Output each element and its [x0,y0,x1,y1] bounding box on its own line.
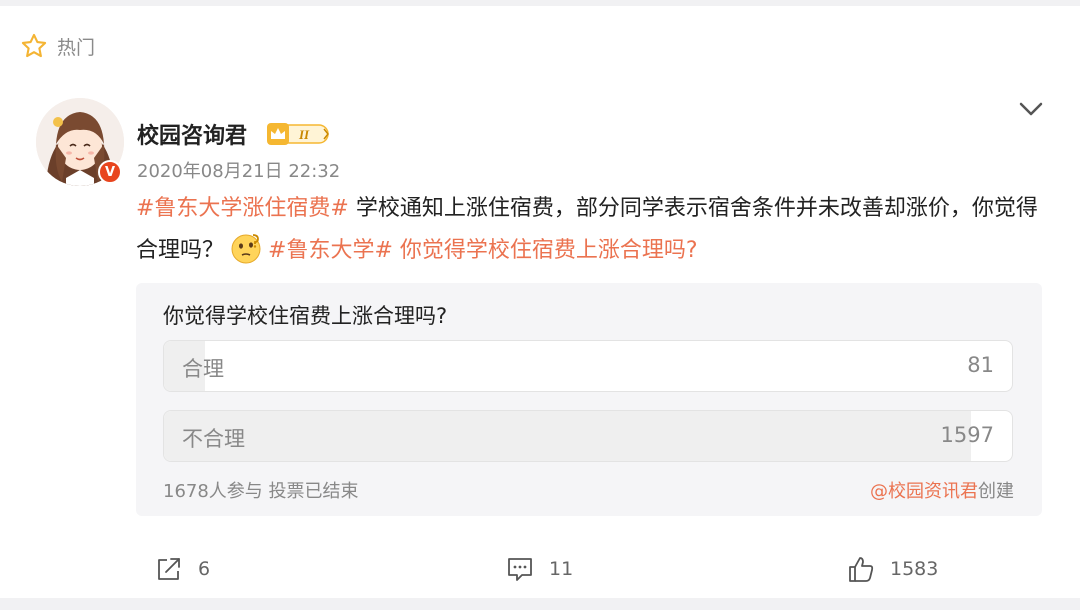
comment-count: 11 [549,558,574,580]
poll-option-count: 81 [967,353,994,377]
share-button[interactable]: 6 [154,554,210,584]
avatar[interactable]: V [36,98,124,186]
chevron-down-icon[interactable] [1016,94,1046,124]
poll-option-fill [164,411,972,461]
poll-option-label: 合理 [182,357,224,381]
username[interactable]: 校园咨询君 [137,118,247,150]
poll-creator: @校园资讯君创建 [870,477,1014,503]
poll-question: 你觉得学校住宿费上涨合理吗? [163,304,448,328]
poll-option-count: 1597 [940,423,994,447]
creator-mention-link[interactable]: @校园资讯君 [870,481,978,502]
like-button[interactable]: 1583 [846,554,938,584]
thumbs-up-icon [849,557,874,582]
poll-card: 你觉得学校住宿费上涨合理吗? 合理 81 不合理 1597 1678人参与 投票… [136,283,1042,516]
vip-badge-icon[interactable]: II [266,120,332,148]
hot-section-header: 热门 [20,28,95,64]
comment-button[interactable]: 11 [505,554,573,584]
poll-option-reasonable[interactable]: 合理 81 [163,340,1013,392]
post-timestamp[interactable]: 2020年08月21日 22:32 [137,157,340,183]
share-count: 6 [198,558,211,580]
feed-card: 热门 V 校园咨询君 II 2020年08月21日 22:32 #鲁东大学涨住宿… [0,6,1080,598]
poll-option-label: 不合理 [182,427,245,451]
like-count: 1583 [890,558,939,580]
hot-label: 热门 [57,36,96,59]
thinking-face-emoji [231,234,261,264]
hashtag-link-2[interactable]: #鲁东大学# [268,238,393,263]
verified-badge: V [98,160,122,184]
poll-link-text[interactable]: 你觉得学校住宿费上涨合理吗? [393,238,698,263]
creator-suffix: 创建 [978,481,1014,502]
star-icon [21,33,47,58]
poll-option-unreasonable[interactable]: 不合理 1597 [163,410,1013,462]
poll-status: 1678人参与 投票已结束 [163,481,359,502]
hashtag-link[interactable]: #鲁东大学涨住宿费# [136,196,349,221]
comment-icon [508,558,532,581]
vip-level-text: II [298,127,310,142]
share-icon [158,558,180,580]
post-content: #鲁东大学涨住宿费# 学校通知上涨住宿费，部分同学表示宿舍条件并未改善却涨价，你… [136,188,1041,272]
